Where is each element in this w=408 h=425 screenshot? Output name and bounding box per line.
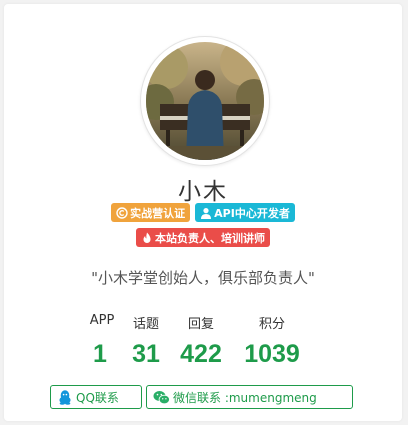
developer-badge-label: API中心开发者 <box>214 206 290 220</box>
stat-value-app[interactable]: 1 <box>93 340 107 369</box>
fire-icon <box>143 232 151 243</box>
avatar-frame <box>140 36 270 166</box>
stat-value-topics[interactable]: 31 <box>132 340 160 369</box>
user-icon <box>201 207 212 219</box>
stats-labels: APP 话题 回复 积分 <box>4 313 402 333</box>
badge-row-1: 实战营认证 API中心开发者 <box>4 203 402 222</box>
developer-badge: API中心开发者 <box>195 203 295 222</box>
stat-label-replies: 回复 <box>187 317 215 332</box>
qq-contact-button[interactable]: QQ联系 <box>50 385 142 409</box>
stat-label-topics: 话题 <box>132 317 160 332</box>
stat-label-app: APP <box>89 313 115 328</box>
avatar[interactable] <box>146 42 264 160</box>
stat-value-points[interactable]: 1039 <box>244 340 300 369</box>
profile-card: 小木 实战营认证 API中心开发者 本站负责人、培训讲师 "小木学堂创始人，俱乐… <box>4 4 402 421</box>
owner-badge: 本站负责人、培训讲师 <box>136 228 270 247</box>
wechat-contact-button[interactable]: 微信联系 :mumengmeng <box>146 385 353 409</box>
stat-value-replies[interactable]: 422 <box>180 340 222 369</box>
wechat-icon <box>153 390 170 404</box>
certified-badge: 实战营认证 <box>111 203 191 222</box>
stats-values: 1 31 422 1039 <box>4 340 402 374</box>
copyright-circle-icon <box>116 206 128 219</box>
certified-badge-label: 实战营认证 <box>130 206 186 220</box>
stat-label-points: 积分 <box>258 317 286 332</box>
qq-contact-label: QQ联系 <box>76 390 119 405</box>
owner-badge-label: 本站负责人、培训讲师 <box>155 231 265 245</box>
user-motto: "小木学堂创始人，俱乐部负责人" <box>91 269 315 287</box>
wechat-contact-label: 微信联系 :mumengmeng <box>173 390 317 405</box>
badge-row-2: 本站负责人、培训讲师 <box>4 228 402 247</box>
qq-icon <box>59 390 71 405</box>
avatar-photo <box>146 42 264 160</box>
user-name: 小木 <box>178 179 228 205</box>
